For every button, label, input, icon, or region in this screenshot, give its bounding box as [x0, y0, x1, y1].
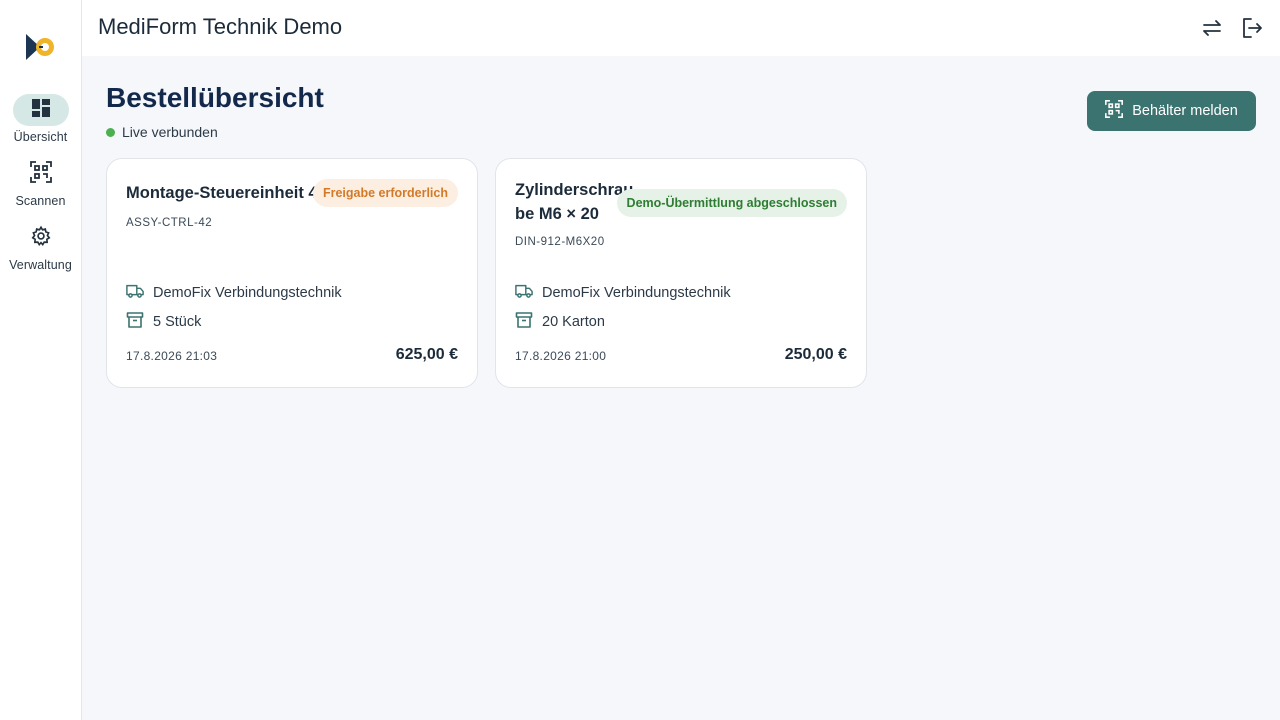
truck-icon — [126, 283, 153, 303]
qr-scan-icon — [1105, 100, 1132, 122]
order-title-line: be M6 × 20 — [515, 205, 599, 223]
app-title: MediForm Technik Demo — [98, 14, 343, 39]
nav-label: Übersicht — [13, 130, 68, 144]
report-container-button[interactable]: Behälter melden — [1087, 91, 1256, 131]
nav-label: Scannen — [15, 194, 66, 208]
sidebar: Übersicht Scannen Verwaltung — [0, 0, 82, 720]
gear-icon — [30, 225, 52, 252]
status-badge: Freigabe erforderlich — [312, 179, 458, 207]
page-title: Bestellübersicht — [106, 82, 324, 113]
order-price: 250,00 € — [784, 346, 847, 363]
truck-icon — [515, 283, 542, 303]
order-date: 17.8.2026 21:03 — [126, 349, 218, 363]
nav-pill — [13, 222, 69, 254]
dashboard-icon — [31, 98, 51, 123]
quantity-row: 5 Stück — [126, 311, 201, 333]
nav-pill — [13, 158, 69, 190]
quantity: 5 Stück — [153, 314, 202, 330]
box-icon — [515, 311, 542, 333]
nav-item-scannen[interactable]: Scannen — [0, 158, 81, 208]
qr-scan-icon — [29, 160, 52, 188]
order-price: 625,00 € — [395, 346, 458, 363]
quantity-row: 20 Karton — [515, 311, 605, 333]
swap-icon[interactable] — [1200, 16, 1224, 40]
order-date: 17.8.2026 21:00 — [515, 349, 607, 363]
status-badge: Demo-Übermittlung abgeschlossen — [616, 189, 847, 217]
status-dot-icon — [106, 127, 115, 137]
logout-icon[interactable] — [1240, 16, 1264, 40]
connection-status: Live verbunden — [106, 124, 218, 140]
nav-item-uebersicht[interactable]: Übersicht — [0, 94, 81, 144]
order-sku: DIN-912-M6X20 — [515, 236, 605, 248]
order-card[interactable]: Montage-Steuereinheit 42 Freigabe erford… — [106, 158, 478, 388]
supplier-row: DemoFix Verbindungstechnik — [515, 283, 731, 303]
nav-pill — [12, 94, 69, 126]
order-title: Zylinderschrau be M6 × 20 — [515, 178, 633, 226]
quantity: 20 Karton — [542, 314, 605, 330]
order-title-line: Zylinderschrau — [515, 181, 634, 199]
box-icon — [126, 311, 153, 333]
connection-status-label: Live verbunden — [122, 124, 218, 140]
supplier-name: DemoFix Verbindungstechnik — [153, 285, 342, 301]
order-title: Montage-Steuereinheit 42 — [126, 184, 327, 202]
order-sku: ASSY-CTRL-42 — [126, 217, 213, 229]
nav-label: Verwaltung — [9, 258, 72, 272]
order-card[interactable]: Zylinderschrau be M6 × 20 Demo-Übermittl… — [495, 158, 867, 388]
report-container-button-label: Behälter melden — [1132, 103, 1238, 119]
top-app-bar: MediForm Technik Demo — [82, 0, 1280, 56]
supplier-row: DemoFix Verbindungstechnik — [126, 283, 342, 303]
app-logo[interactable] — [24, 32, 58, 62]
nav-item-verwaltung[interactable]: Verwaltung — [0, 222, 81, 272]
supplier-name: DemoFix Verbindungstechnik — [542, 285, 731, 301]
